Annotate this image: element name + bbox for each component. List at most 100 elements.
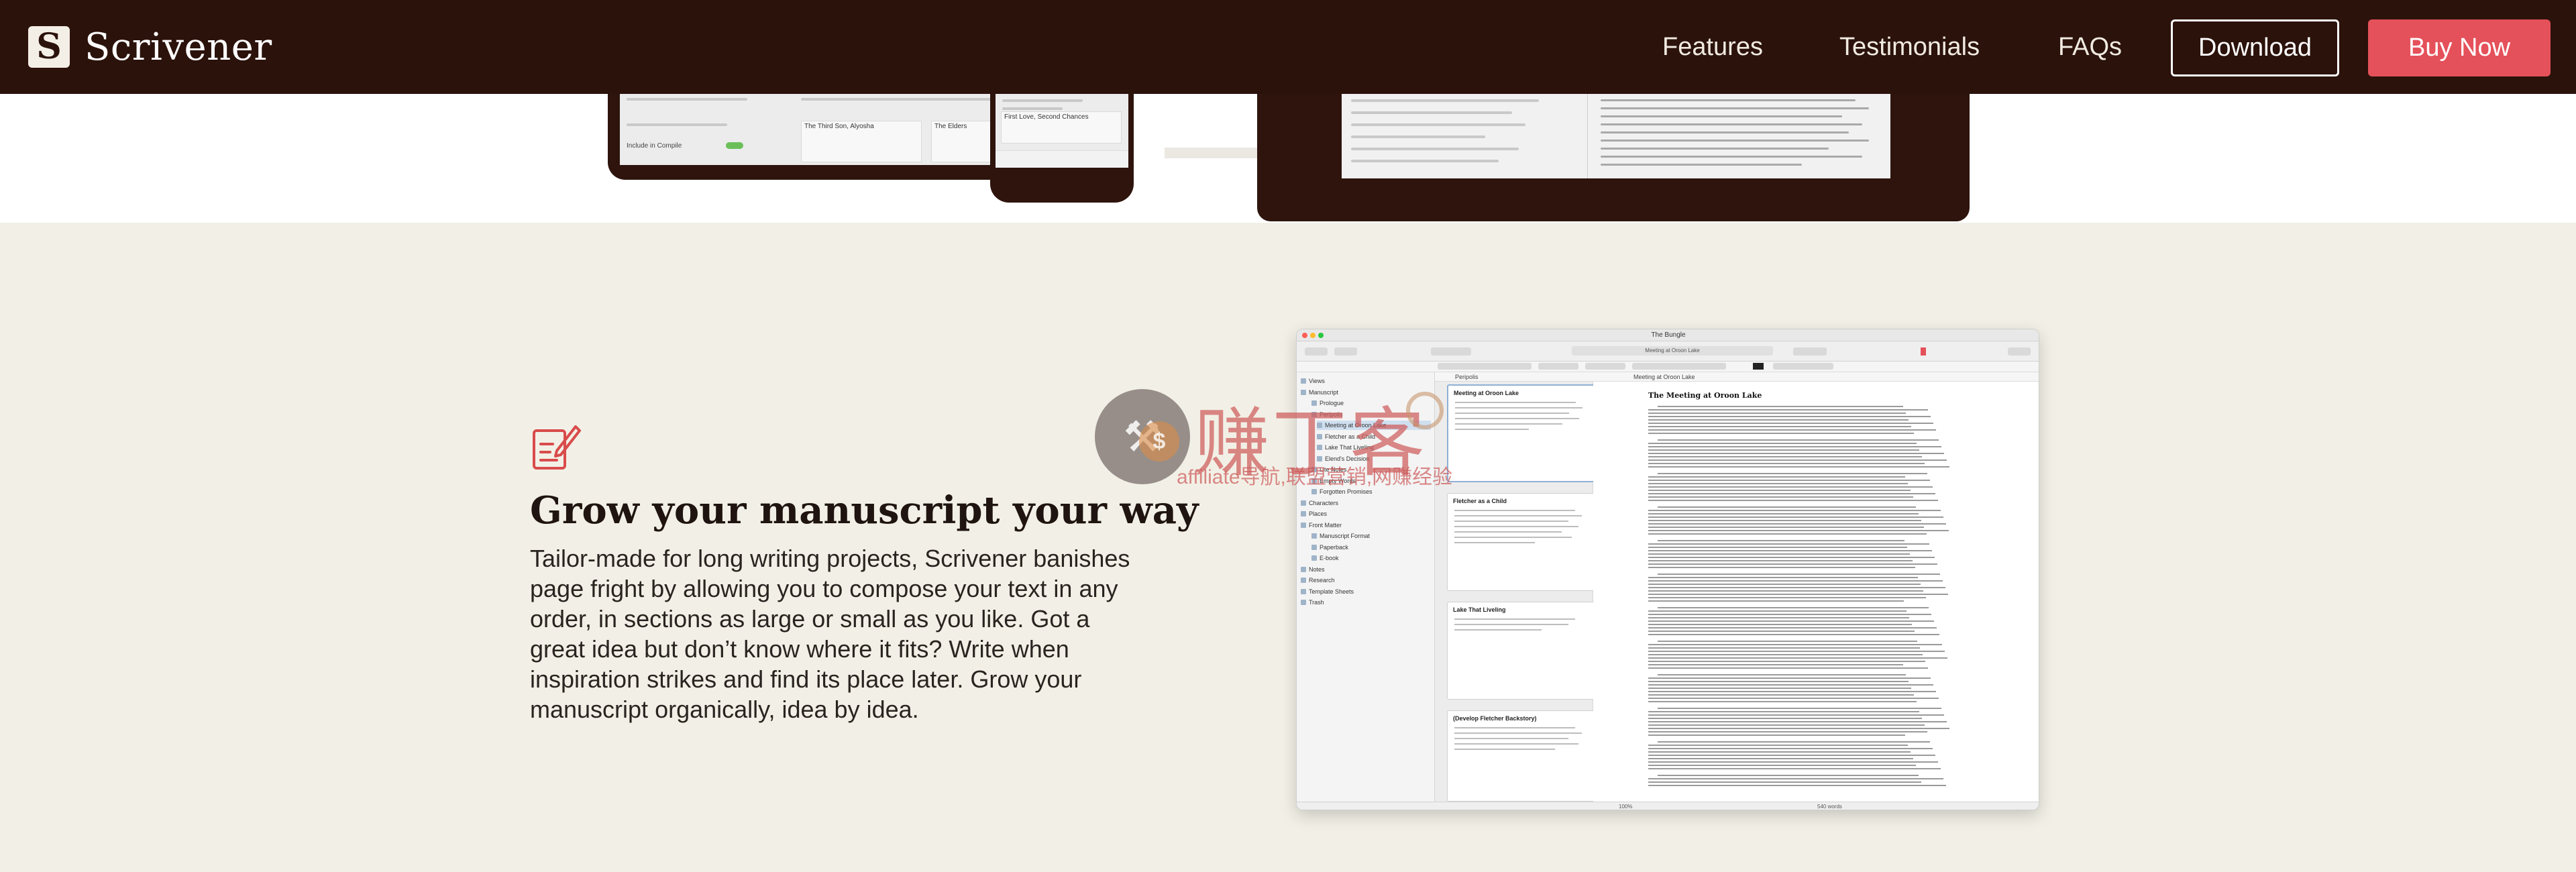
text-line (1648, 527, 1924, 528)
text-line (1648, 459, 1947, 461)
text-line (1658, 641, 1917, 642)
text-line (1648, 664, 1903, 665)
text-line (1658, 708, 1941, 709)
buy-now-button[interactable]: Buy Now (2368, 19, 2551, 76)
text-line (1648, 691, 1936, 692)
binder-item[interactable]: Places (1301, 509, 1327, 519)
text-line (1658, 406, 1903, 407)
text-line (1648, 480, 1930, 481)
text-line (1648, 550, 1932, 551)
binder-item[interactable]: Characters (1301, 498, 1338, 508)
text-line (1648, 409, 1928, 411)
binder-item[interactable]: Trash (1301, 598, 1324, 607)
text-line (1648, 694, 1914, 696)
binder-item[interactable]: Manuscript Format (1311, 531, 1370, 541)
phone-tabbar (996, 150, 1128, 168)
text-line (1648, 510, 1941, 511)
document-title: The Meeting at Oroon Lake (1648, 391, 1762, 400)
text-line (1648, 785, 1946, 786)
phone-device: First Love, Second Chances (990, 94, 1134, 203)
text-line (1648, 493, 1935, 494)
text-line (1648, 667, 1928, 669)
tablet-sidebar-label: Include in Compile (627, 142, 682, 150)
text-line (1658, 607, 1929, 608)
section-body: Tailor-made for long writing projects, S… (530, 545, 1130, 723)
text-line (1648, 594, 1948, 595)
toggle-icon (726, 142, 743, 149)
laptop-screen (1342, 94, 1890, 178)
binder-item[interactable]: Paperback (1311, 543, 1348, 552)
text-line (1658, 741, 1930, 743)
text-line (1658, 775, 1919, 776)
nav-link-testimonials[interactable]: Testimonials (1839, 31, 1980, 63)
text-line (1648, 416, 1931, 417)
corkboard-panel: Peripolis Meeting at Oroon Lake Fletcher… (1435, 372, 1595, 802)
text-line (1648, 490, 1911, 491)
text-line (1648, 446, 1941, 447)
brand-name: Scrivener (85, 25, 272, 69)
text-line (1648, 661, 1925, 662)
minimize-icon (1310, 333, 1316, 338)
text-line (1658, 674, 1906, 675)
index-card[interactable]: Fletcher as a Child (1447, 493, 1595, 591)
text-line (1648, 657, 1947, 659)
text-line (1648, 597, 1926, 598)
text-line (1648, 513, 1919, 514)
pencil-note-icon (533, 425, 581, 470)
binder-item[interactable]: E-book (1311, 553, 1339, 563)
section-heading: Grow your manuscript your way (530, 488, 1199, 533)
text-line (1648, 520, 1921, 521)
watermark-coin-icon: $ (1139, 421, 1179, 461)
text-line (1648, 631, 1915, 632)
text-line (1648, 624, 1912, 625)
binder-item[interactable]: Research (1301, 576, 1335, 585)
text-line (1648, 553, 1910, 555)
zoom-icon (1318, 333, 1324, 338)
text-line (1648, 456, 1922, 457)
text-line (1648, 486, 1933, 488)
page: S Scrivener Features Testimonials FAQs D… (0, 0, 2576, 872)
text-line (1648, 523, 1946, 525)
text-line (1648, 728, 1949, 729)
download-button[interactable]: Download (2171, 19, 2339, 76)
text-line (1648, 711, 1919, 712)
brand-logo-link[interactable]: S Scrivener (28, 24, 272, 70)
text-line (1648, 496, 1913, 498)
zoom-level[interactable]: 100% (1619, 802, 1632, 810)
text-line (1648, 560, 1913, 561)
nav-link-features[interactable]: Features (1662, 31, 1763, 63)
binder-item[interactable]: Front Matter (1301, 521, 1342, 530)
text-line (1648, 768, 1941, 769)
text-line (1648, 423, 1933, 424)
text-line (1658, 439, 1939, 441)
text-line (1648, 577, 1918, 578)
text-line (1648, 681, 1909, 682)
text-line (1648, 587, 1945, 588)
text-line (1648, 748, 1933, 749)
index-card[interactable]: Meeting at Oroon Lake (1447, 384, 1595, 482)
text-line (1648, 714, 1944, 716)
text-line (1648, 557, 1935, 558)
tablet-card: The Third Son, Alyosha (801, 121, 922, 162)
word-count: 540 words (1817, 804, 1842, 810)
index-card[interactable]: (Develop Fletcher Backstory) (1447, 710, 1595, 802)
text-line (1648, 563, 1937, 565)
text-line (1648, 443, 1917, 444)
text-line (1658, 574, 1940, 575)
text-line (1648, 677, 1931, 679)
index-card[interactable]: Lake That Liveling (1447, 602, 1595, 700)
text-line (1648, 627, 1937, 629)
text-line (1658, 540, 1904, 541)
binder-item[interactable]: Template Sheets (1301, 587, 1354, 596)
editor-panel[interactable]: Meeting at Oroon Lake The Meeting at Oro… (1593, 372, 2039, 802)
nav-link-faqs[interactable]: FAQs (2058, 31, 2122, 63)
laptop-device (1257, 94, 1970, 221)
text-line (1648, 449, 1919, 451)
text-line (1648, 429, 1936, 431)
binder-item[interactable]: Notes (1301, 565, 1325, 574)
text-line (1648, 533, 1927, 535)
text-line (1648, 543, 1929, 545)
text-line (1648, 647, 1920, 649)
text-line (1648, 516, 1943, 518)
text-line (1648, 433, 1914, 434)
